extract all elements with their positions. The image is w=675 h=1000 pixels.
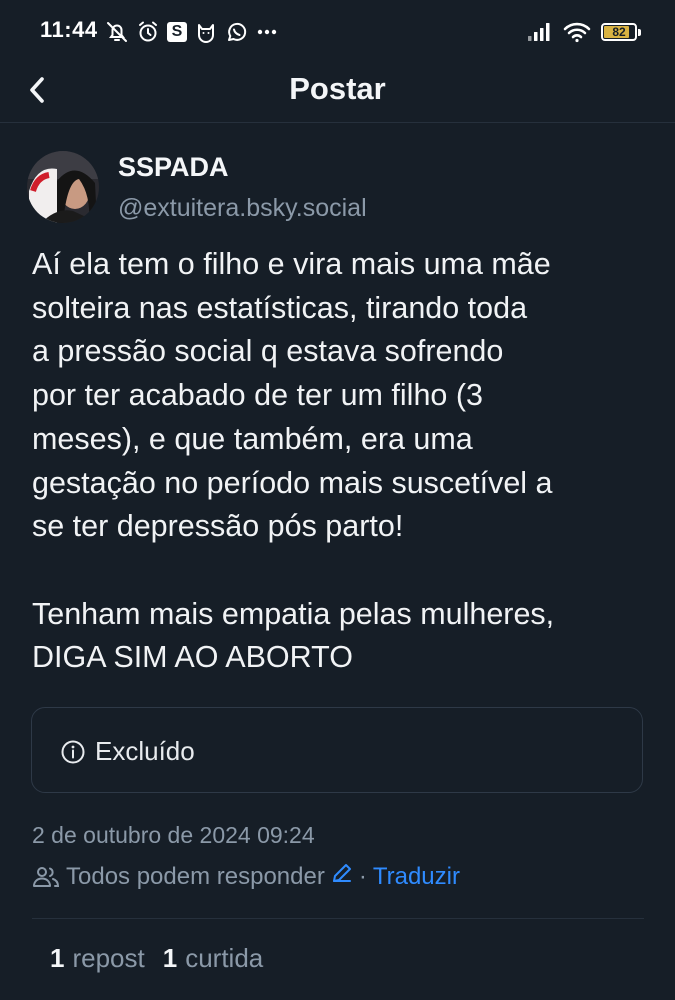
reposts-label: repost bbox=[72, 943, 145, 973]
reply-settings: Todos podem responder · Traduzir bbox=[32, 862, 460, 891]
info-icon bbox=[61, 740, 85, 763]
translate-link[interactable]: Traduzir bbox=[373, 863, 460, 891]
signal-icon bbox=[527, 21, 553, 43]
separator-dot: · bbox=[358, 862, 367, 890]
notification-icons: S bbox=[105, 19, 278, 45]
battery-level: 82 bbox=[612, 25, 626, 39]
cat-app-icon bbox=[194, 20, 218, 44]
post-paragraph: Aí ela tem o filho e vira mais uma mãe s… bbox=[32, 247, 553, 544]
people-icon bbox=[33, 866, 60, 887]
alarm-icon bbox=[136, 20, 160, 44]
avatar-image bbox=[27, 151, 99, 223]
more-dots-icon bbox=[256, 20, 278, 44]
edit-reply-settings-button[interactable] bbox=[331, 862, 353, 891]
pencil-icon bbox=[332, 864, 351, 882]
likes-label: curtida bbox=[185, 943, 264, 973]
post-stats: 1 repost 1 curtida bbox=[50, 943, 263, 974]
system-icons: 82 bbox=[527, 19, 641, 45]
quoted-post-content: Excluído bbox=[60, 736, 195, 767]
author-handle[interactable]: @extuitera.bsky.social bbox=[118, 194, 367, 223]
post-body: Aí ela tem o filho e vira mais uma mãe s… bbox=[32, 243, 652, 680]
quote-deleted-label: Excluído bbox=[95, 736, 195, 766]
status-time: 11:44 bbox=[40, 17, 98, 42]
battery-icon: 82 bbox=[601, 23, 641, 41]
divider bbox=[32, 918, 644, 919]
whatsapp-icon bbox=[225, 20, 249, 44]
likes-count: 1 bbox=[162, 943, 178, 973]
post-timestamp: 2 de outubro de 2024 09:24 bbox=[32, 822, 315, 848]
s-app-icon: S bbox=[167, 22, 187, 42]
likes-stat[interactable]: 1 curtida bbox=[163, 943, 264, 974]
bell-off-icon bbox=[105, 20, 129, 44]
top-app-bar: Postar bbox=[0, 62, 675, 123]
page-title: Postar bbox=[289, 71, 386, 106]
reply-setting-label: Todos podem responder bbox=[66, 862, 325, 890]
status-bar: 11:44 S 82 bbox=[0, 0, 675, 62]
reposts-count: 1 bbox=[50, 943, 65, 973]
wifi-icon bbox=[563, 21, 591, 43]
quoted-post-deleted[interactable]: Excluído bbox=[31, 707, 643, 793]
author-name[interactable]: SSPADA bbox=[118, 152, 229, 183]
avatar[interactable] bbox=[27, 151, 99, 223]
post-paragraph: Tenham mais empatia pelas mulheres, DIGA… bbox=[32, 596, 555, 675]
reposts-stat[interactable]: 1 repost bbox=[50, 943, 145, 974]
